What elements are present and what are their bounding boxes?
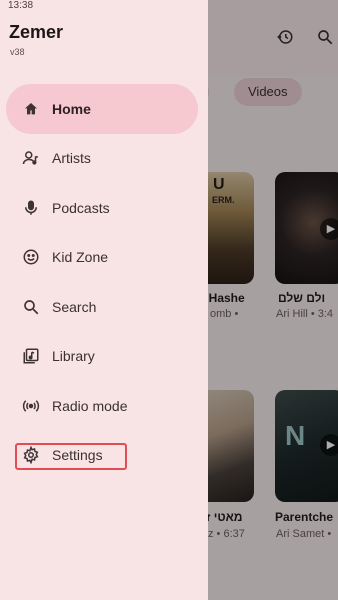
nav-item-label: Search xyxy=(52,298,97,315)
nav-item-kid-zone[interactable]: Kid Zone xyxy=(0,233,208,283)
nav-item-label: Artists xyxy=(52,150,91,167)
nav-item-library[interactable]: Library xyxy=(0,332,208,382)
drawer-nav: Home Artists Podcasts Kid Zone Search Li… xyxy=(0,84,208,480)
nav-item-home[interactable]: Home xyxy=(0,84,208,134)
radio-icon xyxy=(22,397,40,415)
navigation-drawer: 13:38 Zemer v38 Home Artists Podcasts Ki… xyxy=(0,0,208,600)
library-icon xyxy=(22,347,40,365)
search-icon xyxy=(22,298,40,316)
nav-item-artists[interactable]: Artists xyxy=(0,134,208,184)
nav-item-label: Home xyxy=(52,100,91,117)
nav-item-radio-mode[interactable]: Radio mode xyxy=(0,381,208,431)
settings-highlight-box xyxy=(15,443,127,470)
smiley-icon xyxy=(22,248,40,266)
nav-item-label: Library xyxy=(52,348,95,365)
status-bar-time: 13:38 xyxy=(8,0,34,11)
nav-item-label: Podcasts xyxy=(52,199,110,216)
nav-item-search[interactable]: Search xyxy=(0,282,208,332)
app-version: v38 xyxy=(10,47,25,57)
artists-icon xyxy=(22,149,40,167)
nav-item-label: Radio mode xyxy=(52,397,128,414)
microphone-icon xyxy=(22,199,40,217)
app-title: Zemer xyxy=(9,22,64,42)
nav-item-podcasts[interactable]: Podcasts xyxy=(0,183,208,233)
home-icon xyxy=(22,100,40,118)
nav-item-label: Kid Zone xyxy=(52,249,109,266)
